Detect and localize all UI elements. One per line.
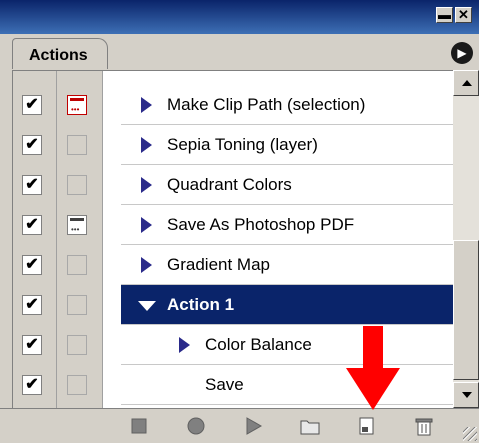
- toggle-dialog-button[interactable]: [67, 335, 87, 355]
- checkmark-icon: ✔: [25, 296, 39, 313]
- dialog-icon: [70, 218, 84, 221]
- close-icon: ✕: [458, 7, 469, 22]
- checkmark-icon: ✔: [25, 136, 39, 153]
- toggle-dialog-button[interactable]: [67, 295, 87, 315]
- dialog-dots-icon: •••: [71, 105, 80, 114]
- new-action-button[interactable]: [355, 415, 379, 437]
- close-button[interactable]: ✕: [455, 7, 472, 23]
- toggle-item-checkbox[interactable]: ✔: [22, 175, 42, 195]
- expand-triangle-icon[interactable]: [141, 97, 152, 113]
- toggle-item-checkbox[interactable]: ✔: [22, 95, 42, 115]
- row-divider: [121, 404, 453, 405]
- expand-triangle-icon[interactable]: [141, 177, 152, 193]
- action-row[interactable]: ✔ Gradient Map: [13, 245, 453, 285]
- stop-icon: [131, 418, 147, 434]
- new-action-icon: [359, 417, 374, 435]
- toggle-item-checkbox[interactable]: ✔: [22, 215, 42, 235]
- toggle-item-checkbox[interactable]: ✔: [22, 295, 42, 315]
- tab-actions-label: Actions: [29, 47, 88, 64]
- action-row-label: Save: [205, 375, 244, 394]
- checkmark-icon: ✔: [25, 216, 39, 233]
- expand-triangle-icon[interactable]: [179, 337, 190, 353]
- action-row[interactable]: ✔ Quadrant Colors: [13, 165, 453, 205]
- red-arrow-annotation: [346, 326, 400, 410]
- new-set-button[interactable]: [298, 415, 322, 437]
- panel-menu-button[interactable]: ▶: [451, 42, 473, 64]
- stop-button[interactable]: [127, 415, 151, 437]
- action-row-label: Action 1: [167, 295, 235, 314]
- toggle-dialog-button[interactable]: [67, 255, 87, 275]
- toggle-item-checkbox[interactable]: ✔: [22, 335, 42, 355]
- expand-triangle-icon[interactable]: [141, 217, 152, 233]
- action-row[interactable]: ✔ ••• Save As Photoshop PDF: [13, 205, 453, 245]
- arrow-up-icon: [462, 80, 472, 86]
- resize-grip-icon[interactable]: [463, 427, 477, 441]
- panel-menu-icon: ▶: [457, 46, 467, 60]
- toggle-item-checkbox[interactable]: ✔: [22, 135, 42, 155]
- new-set-icon: [300, 420, 320, 435]
- minimize-icon: ▬: [438, 7, 451, 22]
- scroll-down-button[interactable]: [453, 382, 479, 408]
- arrow-down-icon: [462, 392, 472, 398]
- toggle-item-checkbox[interactable]: ✔: [22, 375, 42, 395]
- play-button[interactable]: [241, 415, 265, 437]
- record-icon: [187, 417, 205, 435]
- delete-icon: [415, 418, 433, 436]
- collapse-triangle-icon[interactable]: [138, 301, 156, 311]
- checkmark-icon: ✔: [25, 96, 39, 113]
- action-row-label: Quadrant Colors: [167, 175, 292, 194]
- action-row[interactable]: ✔ ••• Make Clip Path (selection): [13, 85, 453, 125]
- action-row-label: Gradient Map: [167, 255, 270, 274]
- checkmark-icon: ✔: [25, 376, 39, 393]
- toggle-dialog-button[interactable]: •••: [67, 215, 87, 235]
- toggle-dialog-button[interactable]: [67, 135, 87, 155]
- minimize-button[interactable]: ▬: [436, 7, 453, 23]
- play-icon: [246, 417, 263, 435]
- toggle-dialog-button[interactable]: [67, 375, 87, 395]
- tab-strip: Actions: [0, 34, 479, 70]
- actions-panel: ▬ ✕ Actions ▶ ✔ ••• Make Clip Path (select…: [0, 0, 479, 443]
- action-row-label: Color Balance: [205, 335, 312, 354]
- checkmark-icon: ✔: [25, 176, 39, 193]
- toggle-dialog-button[interactable]: [67, 175, 87, 195]
- toggle-dialog-button[interactable]: •••: [67, 95, 87, 115]
- dialog-dots-icon: •••: [71, 225, 80, 234]
- scroll-thumb[interactable]: [453, 240, 479, 380]
- record-button[interactable]: [184, 415, 208, 437]
- expand-triangle-icon[interactable]: [141, 137, 152, 153]
- action-toolbar: [0, 408, 479, 443]
- title-bar[interactable]: ▬ ✕: [0, 0, 479, 34]
- vertical-scrollbar[interactable]: [453, 70, 479, 408]
- action-row-label: Make Clip Path (selection): [167, 95, 366, 114]
- expand-triangle-icon[interactable]: [141, 257, 152, 273]
- tab-actions[interactable]: Actions: [12, 38, 108, 69]
- action-row-label: Save As Photoshop PDF: [167, 215, 355, 234]
- checkmark-icon: ✔: [25, 256, 39, 273]
- checkmark-icon: ✔: [25, 336, 39, 353]
- dialog-icon: [70, 98, 84, 101]
- scroll-up-button[interactable]: [453, 70, 479, 96]
- delete-button[interactable]: [412, 415, 436, 437]
- toggle-item-checkbox[interactable]: ✔: [22, 255, 42, 275]
- action-row[interactable]: ✔ Action 1: [13, 285, 453, 325]
- action-row-label: Sepia Toning (layer): [167, 135, 318, 154]
- action-row[interactable]: ✔ Sepia Toning (layer): [13, 125, 453, 165]
